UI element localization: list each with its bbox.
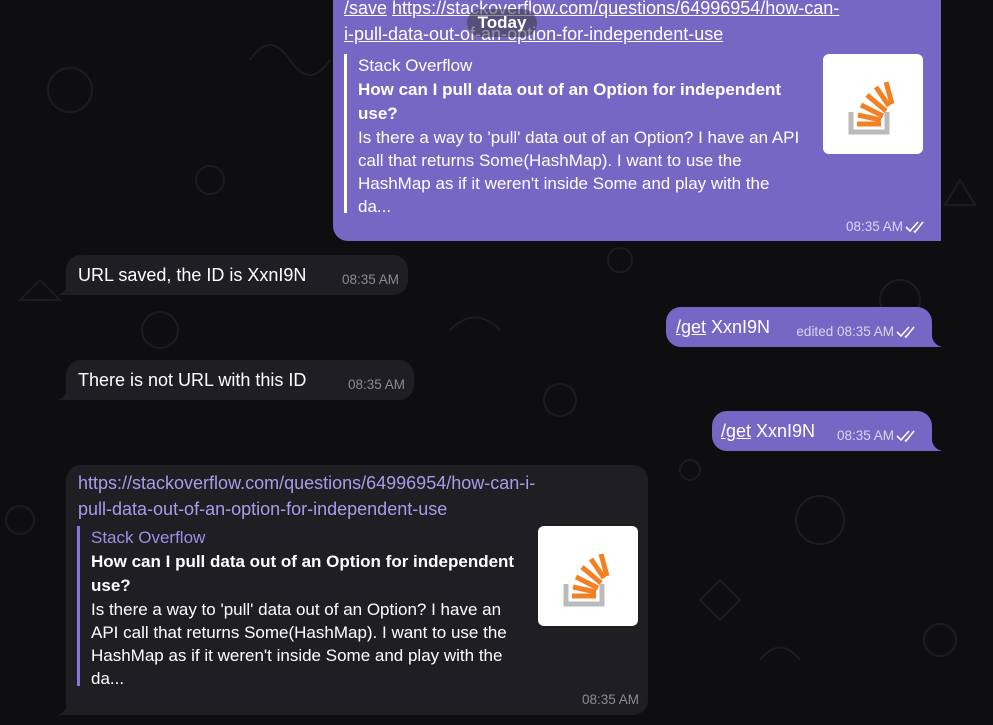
double-check-icon <box>905 221 924 234</box>
url-link-line2[interactable]: pull-data-out-of-an-option-for-independe… <box>78 499 447 519</box>
message-text: /save https://stackoverflow.com/question… <box>344 0 839 20</box>
stackoverflow-logo-icon <box>848 81 895 135</box>
command-link-save[interactable]: /save <box>344 0 387 18</box>
message-bubble-outgoing-get-edited[interactable]: /get XxnI9N edited 08:35 AM <box>666 307 932 347</box>
message-bubble-incoming[interactable]: URL saved, the ID is XxnI9N 08:35 AM <box>66 255 408 295</box>
message-text: There is not URL with this ID <box>78 370 307 390</box>
message-bubble-incoming[interactable]: There is not URL with this ID 08:35 AM <box>66 360 414 400</box>
double-check-icon <box>896 430 915 443</box>
preview-description-line4: da... <box>358 197 392 216</box>
command-link-get[interactable]: /get <box>721 421 751 441</box>
message-id-text: XxnI9N <box>751 421 816 441</box>
preview-description-line3: HashMap as if it weren't inside Some and… <box>91 646 503 665</box>
message-time: 08:35 AM <box>347 377 405 392</box>
bubble-tail <box>932 337 942 347</box>
bubble-tail <box>932 441 942 451</box>
message-time: 08:35 AM <box>341 272 399 287</box>
command-link-get[interactable]: /get <box>676 317 706 337</box>
stackoverflow-logo-icon <box>563 553 610 607</box>
bubble-tail <box>57 285 67 295</box>
message-id-text: XxnI9N <box>706 317 771 337</box>
bubble-tail <box>57 705 67 715</box>
preview-thumbnail[interactable] <box>538 526 638 626</box>
link-preview-card[interactable]: Stack Overflow How can I pull data out o… <box>77 526 638 688</box>
message-time: 08:35 AM <box>845 219 903 234</box>
message-text: /get XxnI9N <box>721 419 815 443</box>
bubble-tail <box>57 390 67 400</box>
preview-description-line3: HashMap as if it weren't inside Some and… <box>358 174 770 193</box>
message-text: /get XxnI9N <box>676 315 770 339</box>
double-check-icon <box>896 326 915 339</box>
url-link-line1[interactable]: https://stackoverflow.com/questions/6499… <box>392 0 839 18</box>
message-bubble-outgoing-save[interactable]: /save https://stackoverflow.com/question… <box>333 0 941 241</box>
message-text: URL saved, the ID is XxnI9N <box>78 265 307 285</box>
link-preview-card[interactable]: Stack Overflow How can I pull data out o… <box>344 54 924 216</box>
message-time: 08:35 AM <box>581 692 639 707</box>
message-time-edited: edited 08:35 AM <box>796 324 894 339</box>
url-link-line1[interactable]: https://stackoverflow.com/questions/6499… <box>78 473 535 493</box>
message-bubble-incoming-link[interactable]: https://stackoverflow.com/questions/6499… <box>66 465 648 715</box>
preview-thumbnail[interactable] <box>823 54 923 154</box>
date-separator: Today <box>467 9 537 37</box>
message-time: 08:35 AM <box>836 428 894 443</box>
message-bubble-outgoing-get[interactable]: /get XxnI9N 08:35 AM <box>712 411 932 451</box>
preview-description-line4: da... <box>91 669 125 688</box>
